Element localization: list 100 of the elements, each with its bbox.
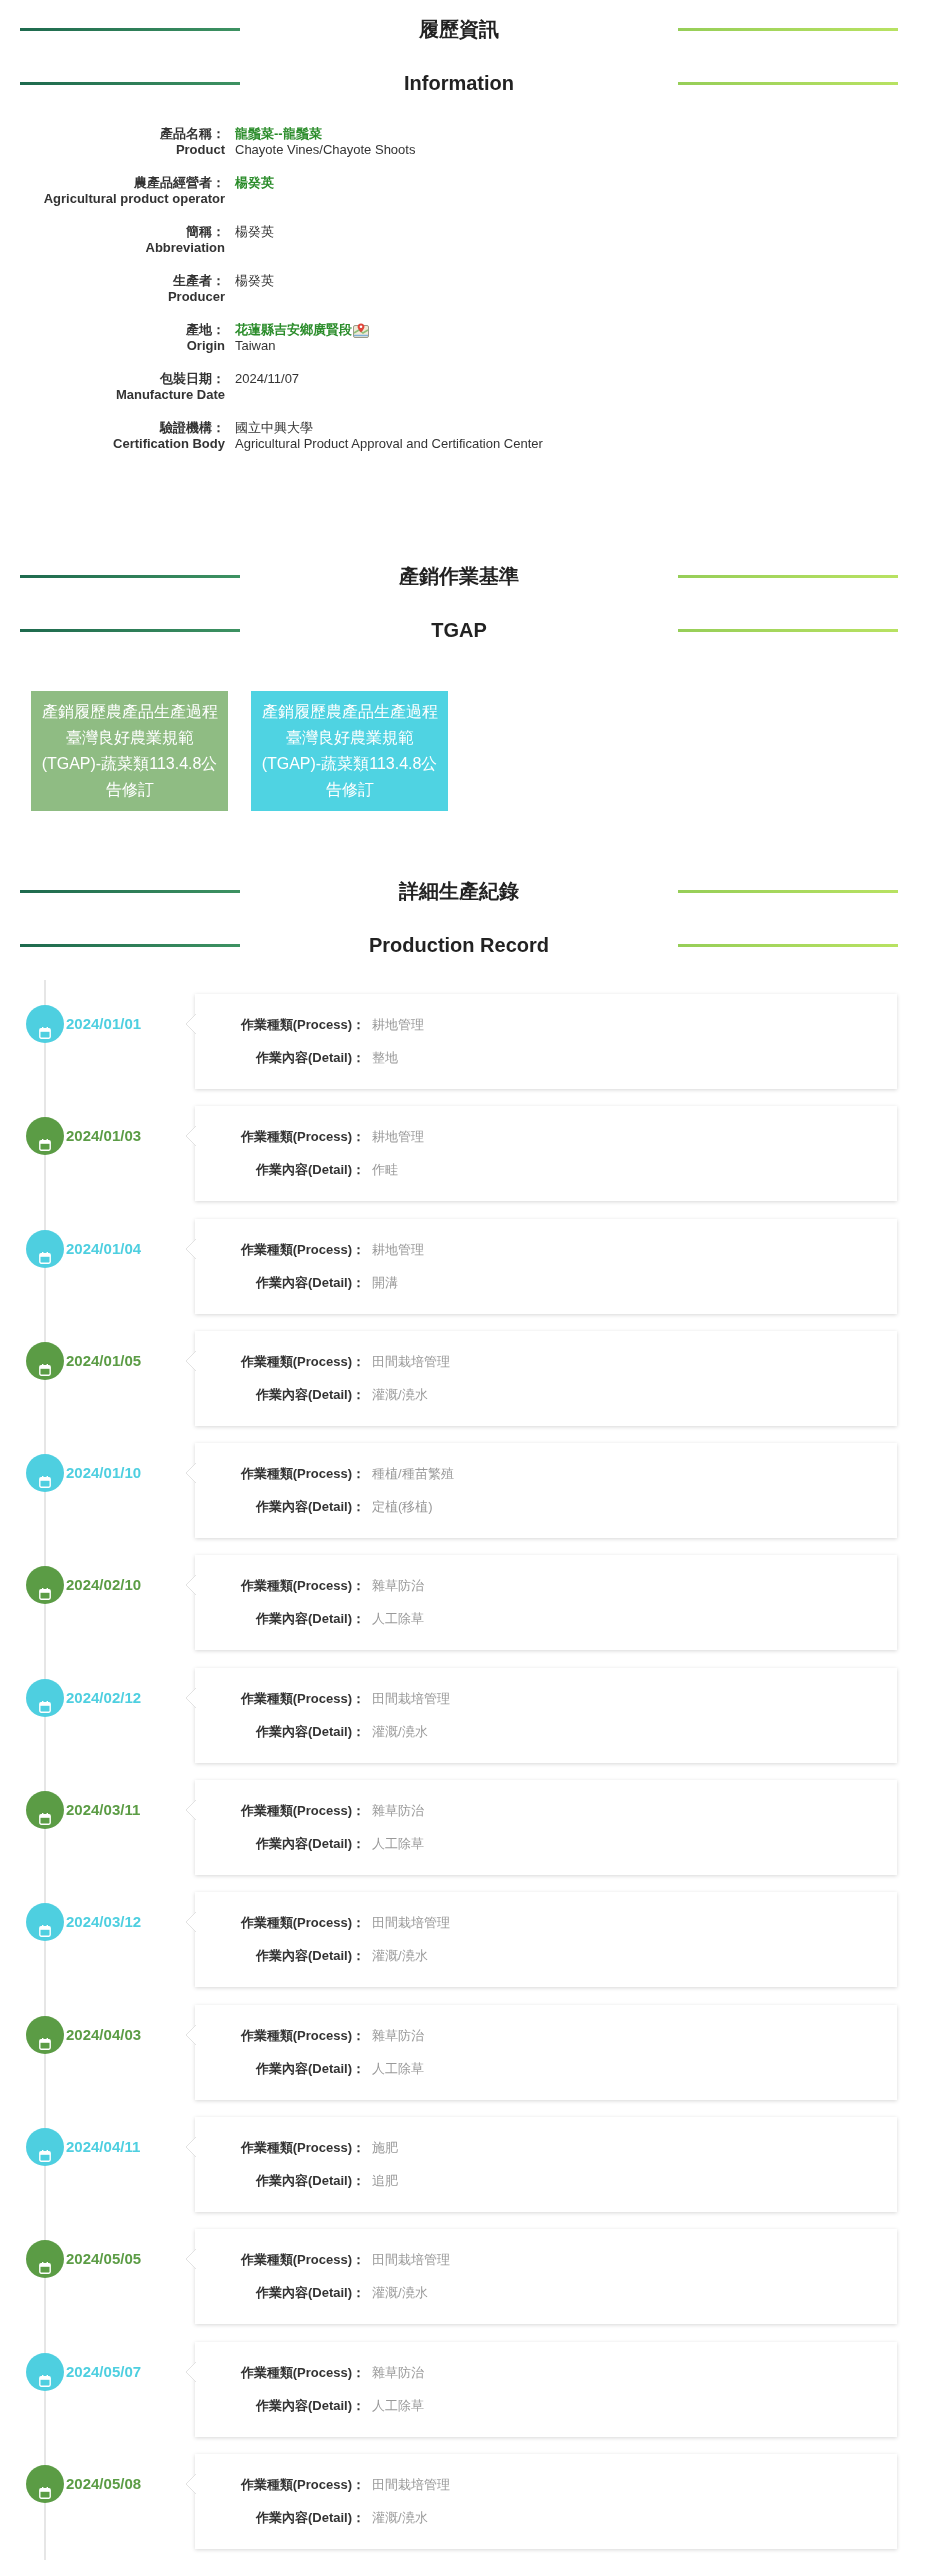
field-label: 作業種類(Process)： [240, 1802, 365, 1821]
field-label: Manufacture Date [115, 387, 225, 403]
record-date: 2024/01/03 [66, 1126, 142, 1147]
field-value: 耕地管理 [372, 1240, 424, 1259]
field-label: 產地： [186, 322, 225, 338]
field-label: Certification Body [113, 436, 225, 452]
field-value: 雜草防治 [372, 2026, 424, 2045]
field-value: 耕地管理 [372, 1016, 424, 1034]
field-label: 作業種類(Process)： [240, 2363, 365, 2382]
record-date: 2024/04/11 [66, 2136, 141, 2157]
section-title: Information [404, 71, 514, 96]
field-value: 雜草防治 [372, 1577, 424, 1596]
field-label: 作業內容(Detail)： [255, 1722, 365, 1741]
record-date: 2024/02/12 [66, 1687, 142, 1708]
field-label: 農產品經營者： [134, 175, 225, 191]
field-label: 作業種類(Process)： [240, 2026, 365, 2045]
field-label: 作業種類(Process)： [240, 1689, 365, 1708]
field-value: 施肥 [372, 2138, 398, 2157]
field-label: 包裝日期： [160, 371, 225, 387]
value-link[interactable]: 花蓮縣吉安鄉廣賢段 [235, 322, 352, 338]
field-label: Producer [167, 289, 225, 305]
field-value: 國立中興大學 [235, 420, 313, 436]
field-label: 作業種類(Process)： [240, 2251, 365, 2270]
field-value: 整地 [372, 1049, 398, 1067]
field-label: 作業內容(Detail)： [255, 1610, 365, 1629]
field-value: 灌溉/澆水 [372, 2284, 428, 2303]
record-date: 2024/01/05 [66, 1350, 142, 1371]
record-date: 2024/03/11 [66, 1800, 141, 1821]
field-label: 作業種類(Process)： [240, 1240, 365, 1259]
record-date: 2024/05/08 [66, 2473, 142, 2494]
field-label: 作業種類(Process)： [240, 2475, 365, 2494]
field-label: 作業內容(Detail)： [255, 2396, 365, 2415]
field-value: 作畦 [372, 1161, 398, 1180]
section-title: 詳細生產紀錄 [399, 879, 519, 904]
field-label: 作業內容(Detail)： [255, 1835, 365, 1854]
field-value: 人工除草 [372, 2396, 424, 2415]
field-value: 田間栽培管理 [372, 1914, 450, 1933]
field-label: 作業種類(Process)： [240, 1577, 365, 1596]
field-value: 雜草防治 [372, 1802, 424, 1821]
field-label: Abbreviation [145, 240, 225, 256]
field-label: 簡稱： [186, 224, 225, 240]
record-date: 2024/05/07 [66, 2361, 142, 2382]
field-value: 田間栽培管理 [372, 1352, 450, 1371]
record-date: 2024/05/05 [66, 2249, 142, 2270]
field-value: 定植(移植) [372, 1498, 433, 1517]
field-label: 生產者： [173, 273, 225, 289]
field-label: 作業種類(Process)： [240, 1914, 365, 1933]
section-title: 履歷資訊 [419, 17, 499, 42]
field-label: Product [175, 142, 225, 158]
field-value: 田間栽培管理 [372, 1689, 450, 1708]
field-label: 作業內容(Detail)： [255, 2171, 365, 2190]
record-date: 2024/02/10 [66, 1575, 142, 1596]
section-title: 產銷作業基準 [399, 564, 519, 589]
field-value: 人工除草 [372, 1835, 424, 1854]
field-label: 作業內容(Detail)： [255, 1273, 365, 1292]
field-label: 作業內容(Detail)： [255, 1947, 365, 1966]
section-title: TGAP [431, 618, 487, 643]
field-value: Chayote Vines/Chayote Shoots [235, 142, 416, 158]
field-value: 2024/11/07 [235, 371, 300, 387]
field-value: 灌溉/澆水 [372, 1722, 428, 1741]
map-icon[interactable] [353, 322, 369, 338]
field-label: 作業種類(Process)： [240, 1016, 365, 1034]
record-date: 2024/03/12 [66, 1912, 142, 1933]
field-label: 作業內容(Detail)： [255, 1161, 365, 1180]
field-label: 作業內容(Detail)： [255, 1049, 365, 1067]
value-link[interactable]: 楊癸英 [235, 175, 274, 191]
field-value: Taiwan [235, 338, 276, 354]
section-title: Production Record [369, 933, 549, 958]
field-value: 追肥 [372, 2171, 398, 2190]
field-value: 耕地管理 [372, 1128, 424, 1147]
field-value: 種植/種苗繁殖 [372, 1465, 454, 1484]
field-value: 人工除草 [372, 1610, 424, 1629]
field-value: 灌溉/澆水 [372, 1385, 428, 1404]
field-label: 作業種類(Process)： [240, 1352, 365, 1371]
field-label: 作業種類(Process)： [240, 1128, 365, 1147]
record-date: 2024/01/10 [66, 1463, 142, 1484]
field-label: 作業內容(Detail)： [255, 1385, 365, 1404]
field-value: 田間栽培管理 [372, 2251, 450, 2270]
field-label: 作業內容(Detail)： [255, 2508, 365, 2527]
field-value: 灌溉/澆水 [372, 1947, 428, 1966]
field-value: 開溝 [372, 1273, 398, 1292]
field-label: 作業內容(Detail)： [255, 2059, 365, 2078]
field-label: 作業種類(Process)： [240, 2138, 365, 2157]
record-date: 2024/01/01 [66, 1014, 142, 1034]
field-value: 人工除草 [372, 2059, 424, 2078]
field-label: 作業內容(Detail)： [255, 1498, 365, 1517]
value-link[interactable]: 龍鬚菜--龍鬚菜 [235, 126, 322, 142]
field-value: 楊癸英 [235, 273, 274, 289]
field-value: 雜草防治 [372, 2363, 424, 2382]
field-label: Agricultural product operator [43, 191, 225, 207]
field-label: 作業內容(Detail)： [255, 2284, 365, 2303]
field-label: Origin [186, 338, 225, 354]
field-value: 楊癸英 [235, 224, 274, 240]
field-label: 驗證機構： [160, 420, 225, 436]
field-label: 作業種類(Process)： [240, 1465, 365, 1484]
field-label: 產品名稱： [160, 126, 225, 142]
field-value: 灌溉/澆水 [372, 2508, 428, 2527]
record-date: 2024/04/03 [66, 2024, 142, 2045]
record-date: 2024/01/04 [66, 1238, 142, 1259]
field-value: 田間栽培管理 [372, 2475, 450, 2494]
